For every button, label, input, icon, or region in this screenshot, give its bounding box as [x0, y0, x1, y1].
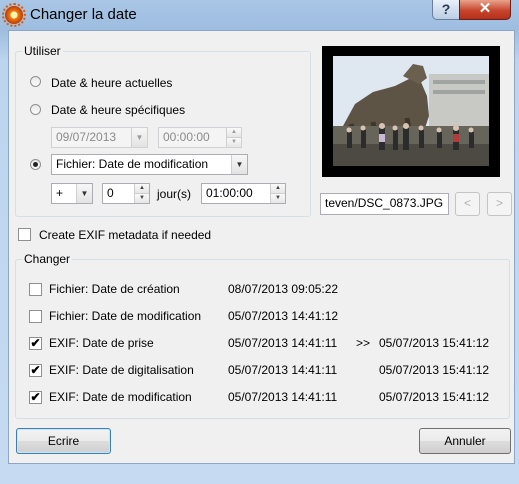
specific-date-picker[interactable]: 09/07/2013 ▼ [51, 127, 148, 148]
filename-value: teven/DSC_0873.JPG [325, 196, 444, 210]
write-button[interactable]: Ecrire [16, 428, 111, 454]
spin-up-icon[interactable]: ▲ [227, 128, 241, 137]
spin-down-icon[interactable]: ▼ [271, 193, 285, 203]
dialog-window: Changer la date ? ✕ Utiliser Date & heur… [0, 0, 519, 484]
close-button[interactable]: ✕ [459, 0, 511, 20]
filename-field[interactable]: teven/DSC_0873.JPG [320, 193, 449, 215]
changer-row-current-date: 05/07/2013 14:41:12 [228, 309, 339, 323]
chevron-down-icon[interactable]: ▼ [131, 128, 147, 147]
create-exif-checkbox[interactable] [18, 228, 31, 241]
changer-row-checkbox[interactable] [29, 310, 42, 323]
previous-file-button[interactable]: < [455, 192, 480, 216]
changer-legend: Changer [22, 252, 73, 266]
offset-time-spinner[interactable]: ▲ ▼ [270, 184, 285, 203]
days-spinner[interactable]: ▲ ▼ [134, 184, 149, 203]
spin-down-icon[interactable]: ▼ [135, 193, 149, 203]
chevron-down-icon[interactable]: ▼ [231, 155, 247, 174]
changer-row-current-date: 05/07/2013 14:41:11 [228, 390, 338, 404]
changer-row-label[interactable]: EXIF: Date de digitalisation [49, 363, 194, 377]
cancel-button[interactable]: Annuler [419, 428, 511, 454]
changer-row-checkbox[interactable]: ✔ [29, 391, 42, 404]
changer-row-new-date: 05/07/2013 15:41:12 [379, 336, 490, 350]
utiliser-group: Utiliser Date & heure actuelles Date & h… [15, 44, 311, 217]
offset-days-field[interactable]: 0 ▲ ▼ [102, 183, 150, 204]
spin-down-icon[interactable]: ▼ [227, 137, 241, 147]
offset-time-value: 01:00:00 [206, 186, 253, 200]
specific-time-field[interactable]: 00:00:00 ▲ ▼ [158, 127, 242, 148]
file-source-dropdown[interactable]: Fichier: Date de modification ▼ [51, 154, 248, 175]
days-label: jour(s) [157, 187, 192, 201]
create-exif-label[interactable]: Create EXIF metadata if needed [39, 228, 211, 242]
changer-row-label[interactable]: EXIF: Date de modification [49, 390, 192, 404]
next-file-button[interactable]: > [487, 192, 512, 216]
chevron-down-icon[interactable]: ▼ [76, 184, 92, 203]
changer-row-label[interactable]: Fichier: Date de modification [49, 309, 201, 323]
spin-up-icon[interactable]: ▲ [135, 184, 149, 193]
photo-image [333, 56, 489, 166]
offset-sign-dropdown[interactable]: + ▼ [51, 183, 93, 204]
dialog-client-area: Utiliser Date & heure actuelles Date & h… [8, 30, 515, 464]
changer-row-checkbox[interactable] [29, 283, 42, 296]
spin-up-icon[interactable]: ▲ [271, 184, 285, 193]
title-bar[interactable]: Changer la date ? ✕ [0, 0, 519, 30]
help-button[interactable]: ? [432, 0, 460, 20]
radio-current-datetime-label[interactable]: Date & heure actuelles [51, 76, 172, 90]
changer-row-current-date: 08/07/2013 09:05:22 [228, 282, 339, 296]
changer-row-label[interactable]: EXIF: Date de prise [49, 336, 154, 350]
offset-days-value: 0 [107, 186, 114, 200]
radio-current-datetime[interactable] [30, 76, 41, 87]
specific-time-value: 00:00:00 [163, 130, 210, 144]
time-spinner[interactable]: ▲ ▼ [226, 128, 241, 147]
photo-preview [322, 46, 500, 177]
file-source-value: Fichier: Date de modification [56, 157, 209, 171]
photo-scene [333, 56, 489, 166]
utiliser-legend: Utiliser [22, 44, 63, 58]
changer-row-label[interactable]: Fichier: Date de création [49, 282, 180, 296]
changer-row-checkbox[interactable]: ✔ [29, 337, 42, 350]
radio-specific-datetime-label[interactable]: Date & heure spécifiques [51, 103, 185, 117]
changer-row-arrow: >> [356, 336, 371, 350]
radio-specific-datetime[interactable] [30, 104, 41, 115]
offset-time-field[interactable]: 01:00:00 ▲ ▼ [201, 183, 286, 204]
radio-file-source[interactable] [30, 159, 41, 170]
app-sun-icon [2, 3, 26, 27]
window-title: Changer la date [30, 6, 137, 23]
specific-date-value: 09/07/2013 [56, 130, 117, 144]
changer-row-new-date: 05/07/2013 15:41:12 [379, 390, 490, 404]
offset-sign-value: + [56, 186, 64, 200]
changer-row-checkbox[interactable]: ✔ [29, 364, 42, 377]
changer-row-new-date: 05/07/2013 15:41:12 [379, 363, 490, 377]
changer-row-current-date: 05/07/2013 14:41:11 [228, 336, 338, 350]
changer-row-current-date: 05/07/2013 14:41:11 [228, 363, 338, 377]
